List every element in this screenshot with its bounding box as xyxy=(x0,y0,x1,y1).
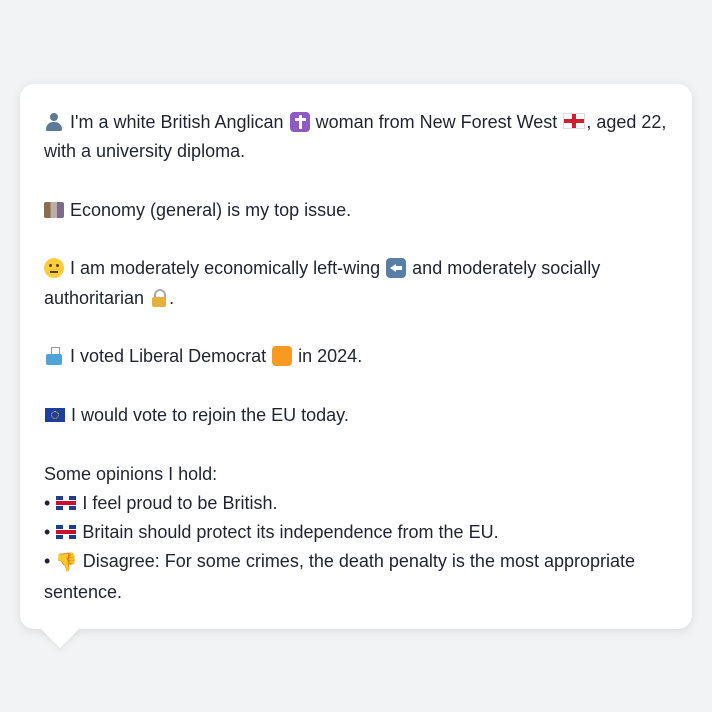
vote-year-text: in 2024. xyxy=(298,346,363,367)
profile-card: I'm a white British Anglican woman from … xyxy=(20,84,692,629)
ideology-line: I am moderately economically left-wing a… xyxy=(44,254,668,313)
intro-mid-text: woman from New Forest West xyxy=(315,112,558,132)
ideology-econ-text: I am moderately economically left-wing xyxy=(70,258,381,279)
issue-text: Economy (general) is my top issue. xyxy=(70,199,352,220)
opinions-heading: Some opinions I hold: xyxy=(44,463,218,484)
lock-icon xyxy=(151,288,167,307)
thinking-face-icon xyxy=(44,258,64,279)
orange-square-icon xyxy=(272,346,293,367)
person-silhouette-icon xyxy=(44,112,64,132)
opinion-text: I feel proud to be British. xyxy=(82,492,278,513)
intro-text: I'm a white British Anglican xyxy=(70,112,284,132)
map-icon xyxy=(44,201,64,218)
england-flag-icon xyxy=(563,113,586,129)
opinion-text: Britain should protect its independence … xyxy=(82,522,499,543)
vote-line: I voted Liberal Democrat in 2024. xyxy=(44,342,668,371)
eu-text: I would vote to rejoin the EU today. xyxy=(71,404,349,425)
bullet: • xyxy=(44,551,51,572)
opinion-text: Disagree: For some crimes, the death pen… xyxy=(44,551,636,602)
eu-flag-icon xyxy=(45,407,65,422)
eu-line: I would vote to rejoin the EU today. xyxy=(44,401,668,430)
latin-cross-icon xyxy=(289,112,310,132)
uk-flag-icon xyxy=(56,525,77,540)
speech-bubble-tail xyxy=(40,628,80,648)
ballot-box-icon xyxy=(44,347,64,366)
left-arrow-icon xyxy=(386,258,407,279)
issue-line: Economy (general) is my top issue. xyxy=(44,196,668,225)
ideology-end-text: . xyxy=(169,287,175,308)
opinion-item: • I feel proud to be British. xyxy=(44,489,668,518)
bullet: • xyxy=(44,492,51,513)
uk-flag-icon xyxy=(56,495,77,510)
vote-text: I voted Liberal Democrat xyxy=(70,346,267,367)
opinion-item: • 👎 Disagree: For some crimes, the death… xyxy=(44,547,668,607)
opinion-item: • Britain should protect its independenc… xyxy=(44,518,668,547)
bullet: • xyxy=(44,522,51,543)
intro-line: I'm a white British Anglican woman from … xyxy=(44,108,668,167)
thumbs-down-icon: 👎 xyxy=(55,552,78,574)
